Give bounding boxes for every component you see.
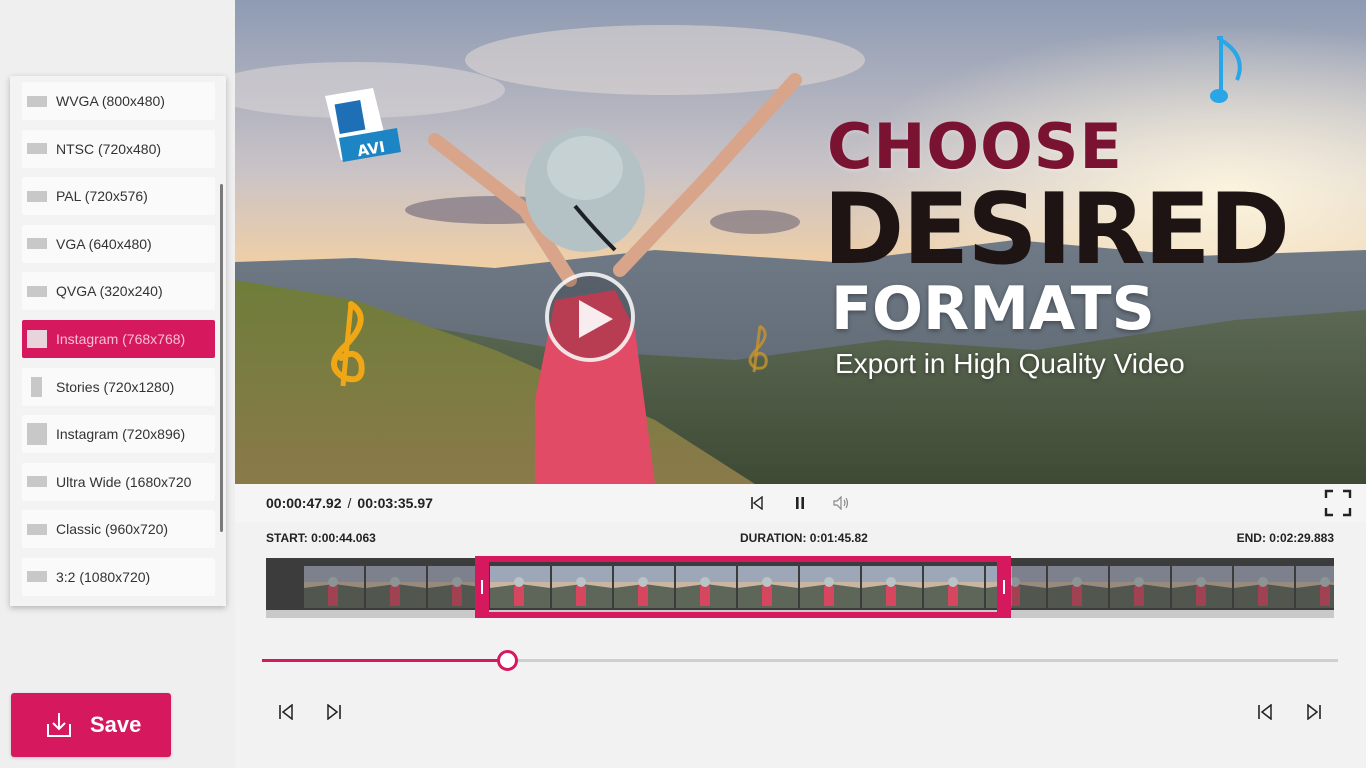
aspect-ratio-icon bbox=[27, 476, 47, 488]
aspect-ratio-icon bbox=[27, 423, 47, 446]
volume-button[interactable] bbox=[832, 493, 852, 513]
format-item-label: Ultra Wide (1680x720 bbox=[56, 473, 192, 490]
aspect-ratio-icon bbox=[27, 523, 47, 535]
skip-forward-icon bbox=[1307, 704, 1321, 720]
aspect-ratio-icon bbox=[27, 95, 47, 107]
format-item-label: Stories (720x1280) bbox=[56, 378, 175, 395]
aspect-ratio-icon bbox=[27, 285, 47, 297]
trim-handle-right[interactable] bbox=[1003, 580, 1005, 594]
download-icon bbox=[47, 713, 71, 737]
trim-duration-label: DURATION: 0:01:45.82 bbox=[740, 531, 868, 545]
filmstrip-dim-overlay bbox=[266, 558, 480, 610]
format-item[interactable]: 3:2 (1080x720) bbox=[22, 557, 215, 596]
format-item-label: VGA (640x480) bbox=[56, 235, 152, 252]
format-item-label: Instagram (768x768) bbox=[56, 330, 186, 347]
trim-end-next-button[interactable] bbox=[1303, 701, 1325, 723]
promo-line-choose: CHOOSE bbox=[827, 110, 1123, 183]
avi-file-icon: AVI bbox=[325, 88, 401, 162]
left-sidebar: WVGA (800x480) NTSC (720x480) PAL (720x576… bbox=[0, 0, 235, 768]
promo-subtitle: Export in High Quality Video bbox=[835, 348, 1185, 379]
skip-back-button[interactable] bbox=[747, 493, 767, 513]
time-separator: / bbox=[347, 495, 352, 511]
fullscreen-icon[interactable] bbox=[1324, 489, 1352, 517]
seek-knob[interactable] bbox=[497, 650, 518, 671]
aspect-ratio-icon bbox=[27, 238, 47, 250]
pause-icon bbox=[796, 497, 804, 509]
total-time: 00:03:35.97 bbox=[357, 495, 433, 511]
format-item[interactable]: PAL (720x576) bbox=[22, 177, 215, 216]
video-preview[interactable]: AVI CHOOSE DESIRED FORMATS Export in Hig… bbox=[235, 0, 1366, 484]
save-button-label: Save bbox=[90, 712, 142, 737]
format-item[interactable]: NTSC (720x480) bbox=[22, 129, 215, 168]
music-note-icon bbox=[1210, 36, 1242, 103]
skip-back-icon bbox=[279, 704, 293, 720]
format-item[interactable]: Ultra Wide (1680x720 bbox=[22, 462, 215, 501]
format-item[interactable]: Stories (720x1280) bbox=[22, 367, 215, 406]
save-button[interactable]: Save bbox=[11, 693, 171, 757]
skip-back-icon bbox=[751, 496, 763, 510]
format-item-label: QVGA (320x240) bbox=[56, 283, 163, 300]
seek-slider[interactable] bbox=[262, 650, 1338, 671]
promo-banner: CHOOSE DESIRED FORMATS Export in High Qu… bbox=[823, 110, 1290, 380]
format-item[interactable]: VGA (640x480) bbox=[22, 224, 215, 263]
previous-frame-button[interactable] bbox=[275, 701, 297, 723]
time-readout: 00:00:47.92 / 00:03:35.97 bbox=[266, 495, 433, 511]
aspect-ratio-icon bbox=[27, 571, 47, 583]
format-list: WVGA (800x480) NTSC (720x480) PAL (720x576… bbox=[22, 82, 215, 606]
aspect-ratio-icon bbox=[31, 376, 42, 397]
aspect-ratio-icon bbox=[27, 329, 47, 348]
aspect-ratio-icon bbox=[27, 143, 47, 155]
format-item-label: Classic (960x720) bbox=[56, 521, 169, 538]
trim-selection[interactable] bbox=[475, 556, 1011, 618]
promo-line-formats: FORMATS bbox=[831, 274, 1155, 344]
volume-icon bbox=[833, 496, 849, 510]
avi-badge-text: AVI bbox=[356, 138, 386, 161]
play-overlay-button[interactable] bbox=[545, 272, 635, 362]
trim-end-label: END: 0:02:29.883 bbox=[1236, 531, 1334, 545]
treble-clef-icon bbox=[331, 301, 365, 387]
promo-line-desired: DESIRED bbox=[823, 173, 1290, 287]
format-item-label: NTSC (720x480) bbox=[56, 140, 162, 157]
aspect-ratio-icon bbox=[27, 190, 47, 202]
trim-start-label: START: 0:00:44.063 bbox=[266, 531, 376, 545]
treble-clef-small-icon bbox=[748, 324, 768, 373]
format-item-label: Instagram (720x896) bbox=[56, 426, 186, 443]
seek-progress bbox=[262, 659, 507, 662]
skip-forward-icon bbox=[327, 704, 341, 720]
skip-back-icon bbox=[1258, 704, 1272, 720]
format-list-panel: WVGA (800x480) NTSC (720x480) PAL (720x576… bbox=[10, 76, 226, 606]
format-item[interactable]: QVGA (320x240) bbox=[22, 272, 215, 311]
trim-handle-left[interactable] bbox=[481, 580, 483, 594]
format-item[interactable]: Classic (960x720) bbox=[22, 510, 215, 549]
trim-labels: START: 0:00:44.063 DURATION: 0:01:45.82 … bbox=[266, 531, 1334, 547]
transport-bar: 00:00:47.92 / 00:03:35.97 bbox=[235, 484, 1366, 522]
format-item-label: PAL (720x576) bbox=[56, 188, 148, 205]
format-list-scrollbar[interactable] bbox=[220, 184, 223, 532]
format-item[interactable]: Instagram (720x896) bbox=[22, 415, 215, 454]
editor-controls: 00:00:47.92/00:03:35.97 START: 0:00:44.0… bbox=[235, 484, 1366, 768]
play-icon bbox=[579, 300, 613, 338]
pause-button[interactable] bbox=[790, 493, 810, 513]
format-item[interactable]: WVGA (800x480) bbox=[22, 82, 215, 120]
current-time: 00:00:47.92 bbox=[266, 495, 342, 511]
next-frame-button[interactable] bbox=[323, 701, 345, 723]
format-item-label: WVGA (800x480) bbox=[56, 93, 165, 109]
trim-end-previous-button[interactable] bbox=[1254, 701, 1276, 723]
format-item-label: 3:2 (1080x720) bbox=[56, 568, 151, 585]
filmstrip-dim-overlay bbox=[1012, 558, 1334, 610]
format-item[interactable]: Instagram (768x768) bbox=[22, 319, 215, 358]
